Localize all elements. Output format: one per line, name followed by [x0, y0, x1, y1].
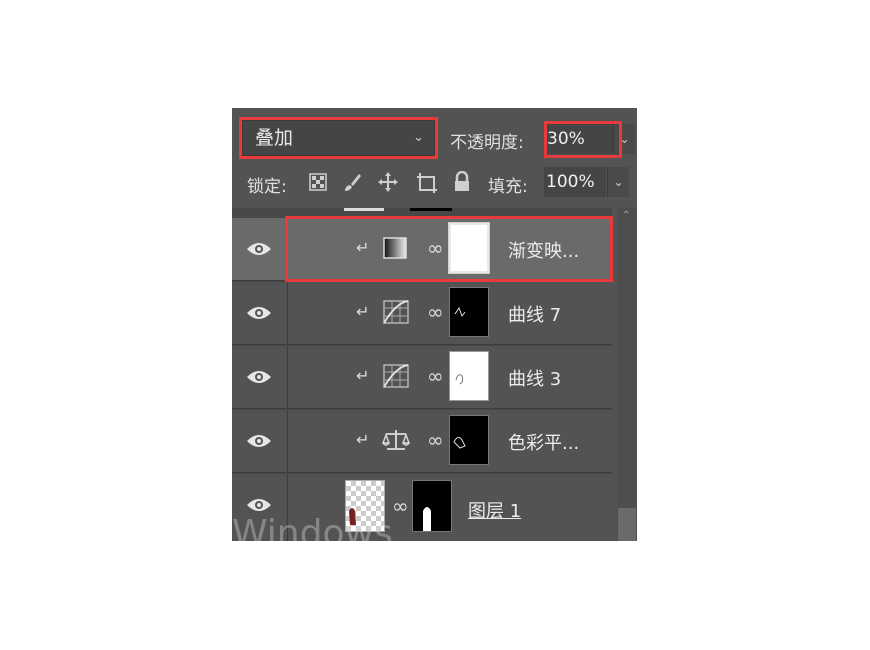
blend-mode-select[interactable]: 叠加 ⌄: [242, 120, 435, 156]
layer-mask-thumbnail[interactable]: [412, 480, 452, 532]
layer-row-curves-3[interactable]: ↵ ∞ 曲线 3: [232, 346, 612, 409]
layer-name[interactable]: 曲线 7: [508, 301, 561, 327]
mask-detail: [453, 436, 466, 449]
visibility-toggle[interactable]: [232, 282, 288, 344]
layer-mask-thumbnail[interactable]: [448, 222, 490, 274]
chain-link-icon[interactable]: ∞: [427, 428, 444, 452]
mask-detail: [454, 306, 466, 318]
lock-artboard-icon[interactable]: [416, 172, 438, 194]
opacity-label: 不透明度:: [450, 133, 524, 153]
color-balance-icon: [382, 430, 410, 450]
curves-icon: [383, 364, 409, 388]
clipping-arrow-icon: ↵: [356, 430, 370, 449]
visibility-toggle[interactable]: [232, 218, 288, 280]
mask-figure: [423, 507, 431, 531]
fill-dropdown-button[interactable]: ⌄: [607, 167, 629, 197]
eye-icon[interactable]: [246, 304, 272, 322]
chain-link-icon[interactable]: ∞: [427, 300, 444, 324]
fill-label: 填充:: [488, 177, 528, 197]
layer-mask-thumbnail[interactable]: [449, 351, 489, 401]
eye-icon[interactable]: [246, 496, 272, 514]
eye-icon[interactable]: [246, 240, 272, 258]
layer-name[interactable]: 曲线 3: [508, 365, 561, 391]
lock-all-icon[interactable]: [453, 171, 471, 193]
scroll-up-arrow-icon[interactable]: ⌃: [622, 210, 630, 221]
chain-link-icon[interactable]: ∞: [427, 364, 444, 388]
layer-name[interactable]: 色彩平...: [508, 429, 579, 455]
blend-opacity-row: 叠加 ⌄ 不透明度: 30% ⌄: [232, 108, 637, 166]
chevron-down-icon: ⌄: [413, 130, 424, 145]
curves-icon: [383, 300, 409, 324]
partial-layer-thumbnail: [344, 208, 384, 211]
layer-mask-thumbnail[interactable]: [449, 415, 489, 465]
mask-detail: [455, 374, 464, 385]
clipping-arrow-icon: ↵: [356, 302, 370, 321]
layer-row-gradient-map[interactable]: ↵ ∞ 渐变映...: [232, 218, 612, 281]
eye-icon[interactable]: [246, 432, 272, 450]
opacity-input[interactable]: 30%: [545, 124, 613, 154]
lock-transparency-icon[interactable]: [309, 173, 327, 191]
chain-link-icon[interactable]: ∞: [392, 494, 409, 518]
fill-input[interactable]: 100%: [544, 167, 606, 197]
gradient-map-icon: [383, 237, 407, 259]
layers-list: ↵ ∞ 渐变映... ↵ ∞ 曲线 7 ↵ ∞ 曲线 3 ↵ ∞ 色彩平... …: [232, 208, 613, 541]
layer-row-color-balance[interactable]: ↵ ∞ 色彩平...: [232, 410, 612, 473]
partial-layer-mask: [410, 208, 452, 211]
layer-row-curves-7[interactable]: ↵ ∞ 曲线 7: [232, 282, 612, 345]
lock-pixels-brush-icon[interactable]: [342, 172, 362, 192]
windows-watermark: Windows: [232, 513, 393, 541]
clipping-arrow-icon: ↵: [356, 366, 370, 385]
layer-name[interactable]: 渐变映...: [508, 237, 579, 263]
opacity-dropdown-button[interactable]: ⌄: [613, 124, 635, 154]
visibility-toggle[interactable]: [232, 410, 288, 472]
layer-mask-thumbnail[interactable]: [449, 287, 489, 337]
clipping-arrow-icon: ↵: [356, 238, 370, 257]
chain-link-icon[interactable]: ∞: [427, 236, 444, 260]
layers-panel: 叠加 ⌄ 不透明度: 30% ⌄ 锁定: 填充: 100% ⌄ ↵ ∞ 渐变映.…: [232, 108, 637, 541]
visibility-toggle[interactable]: [232, 346, 288, 408]
scrollbar-thumb[interactable]: [618, 508, 636, 541]
lock-position-move-icon[interactable]: [377, 171, 399, 193]
layer-name[interactable]: 图层 1: [468, 497, 521, 523]
lock-label: 锁定:: [247, 177, 287, 197]
eye-icon[interactable]: [246, 368, 272, 386]
layers-scrollbar[interactable]: ⌃: [617, 208, 637, 541]
blend-mode-value: 叠加: [255, 127, 294, 149]
